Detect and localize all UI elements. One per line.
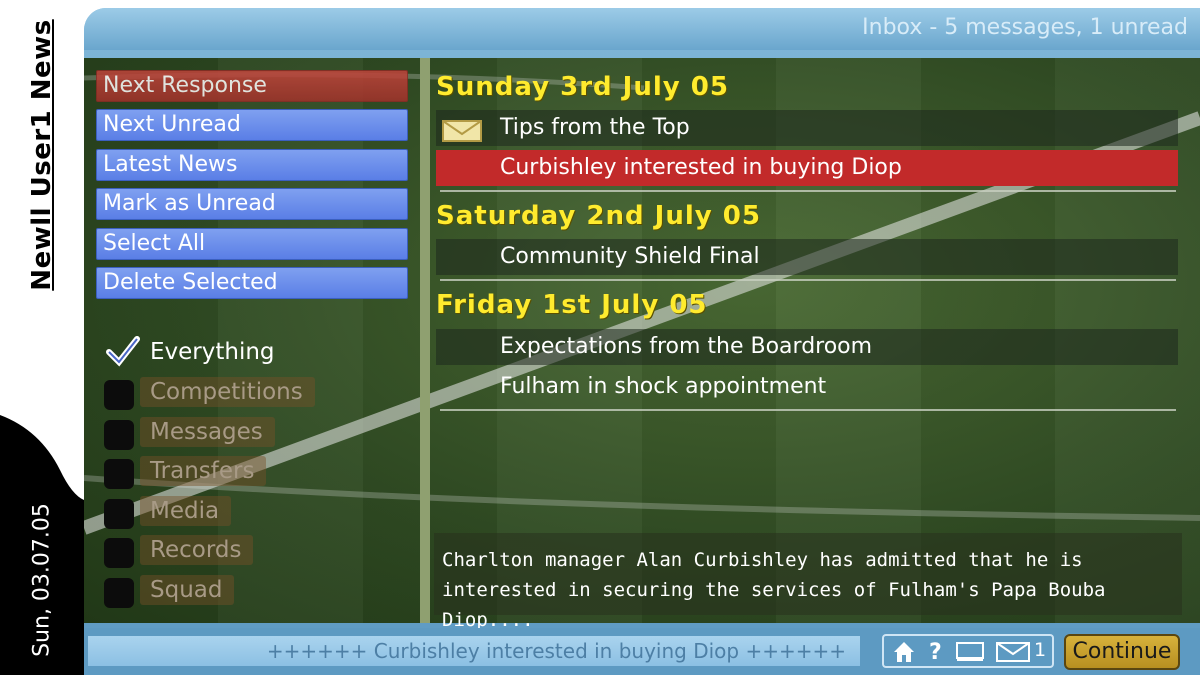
filter-label: Media: [140, 496, 232, 526]
svg-text:?: ?: [929, 640, 942, 663]
message-row[interactable]: Expectations from the Boardroom: [436, 329, 1178, 365]
checkbox[interactable]: [104, 420, 134, 450]
divider: [440, 409, 1176, 411]
filter-label: Competitions: [140, 377, 315, 407]
screen-icon[interactable]: [956, 642, 984, 666]
continue-button[interactable]: Continue: [1064, 634, 1180, 670]
preview-line: Charlton manager Alan Curbishley has adm…: [442, 549, 1083, 571]
message-title: Expectations from the Boardroom: [500, 334, 873, 359]
message-row-selected[interactable]: Curbishley interested in buying Diop: [436, 150, 1178, 186]
checkbox[interactable]: [104, 459, 134, 489]
strip-title: Newll User1 News: [27, 19, 57, 291]
filter-label: Messages: [140, 417, 275, 447]
next-unread-button[interactable]: Next Unread: [96, 109, 408, 141]
unread-count: 1: [1034, 639, 1047, 661]
title-bar: Inbox - 5 messages, 1 unread: [84, 8, 1200, 50]
message-row[interactable]: Community Shield Final: [436, 239, 1178, 275]
message-row[interactable]: Fulham in shock appointment: [436, 369, 1178, 405]
select-all-button[interactable]: Select All: [96, 228, 408, 260]
divider: [440, 279, 1176, 281]
date-header: Friday 1st July 05: [436, 290, 708, 320]
news-panel: Inbox - 5 messages, 1 unread Next Respon…: [84, 8, 1200, 675]
filter-label: Records: [140, 535, 254, 565]
help-icon[interactable]: ?: [926, 637, 946, 667]
date-header: Saturday 2nd July 05: [436, 201, 761, 231]
side-strip: Newll User1 News Sun, 03.07.05: [0, 0, 84, 675]
checkbox[interactable]: [104, 499, 134, 529]
news-ticker[interactable]: ++++++ Curbishley interested in buying D…: [88, 636, 860, 666]
message-title: Fulham in shock appointment: [500, 374, 827, 399]
envelope-icon: [442, 118, 482, 154]
message-title: Tips from the Top: [500, 115, 690, 140]
mark-as-unread-button[interactable]: Mark as Unread: [96, 188, 408, 220]
preview-line: interested in securing the services of F…: [442, 579, 1106, 631]
message-title: Community Shield Final: [500, 244, 760, 269]
divider: [440, 190, 1176, 192]
current-date: Sun, 03.07.05: [29, 503, 55, 657]
filter-label: Squad: [140, 575, 235, 605]
delete-selected-button[interactable]: Delete Selected: [96, 267, 408, 299]
message-preview: Charlton manager Alan Curbishley has adm…: [434, 533, 1182, 631]
home-icon[interactable]: [892, 640, 916, 668]
latest-news-button[interactable]: Latest News: [96, 149, 408, 181]
checkbox[interactable]: [104, 538, 134, 568]
quick-icons: ? 1: [882, 634, 1054, 668]
inbox-status: Inbox - 5 messages, 1 unread: [862, 15, 1188, 40]
message-title: Curbishley interested in buying Diop: [500, 155, 902, 180]
filter-label: Transfers: [140, 456, 267, 486]
message-row[interactable]: Tips from the Top: [436, 110, 1178, 146]
filter-label: Everything: [150, 339, 275, 365]
mail-icon[interactable]: [996, 642, 1030, 666]
checkbox[interactable]: [104, 380, 134, 410]
next-response-button[interactable]: Next Response: [96, 70, 408, 102]
checkbox[interactable]: [104, 578, 134, 608]
date-header: Sunday 3rd July 05: [436, 72, 729, 102]
bottom-bar: ++++++ Curbishley interested in buying D…: [84, 628, 1200, 675]
